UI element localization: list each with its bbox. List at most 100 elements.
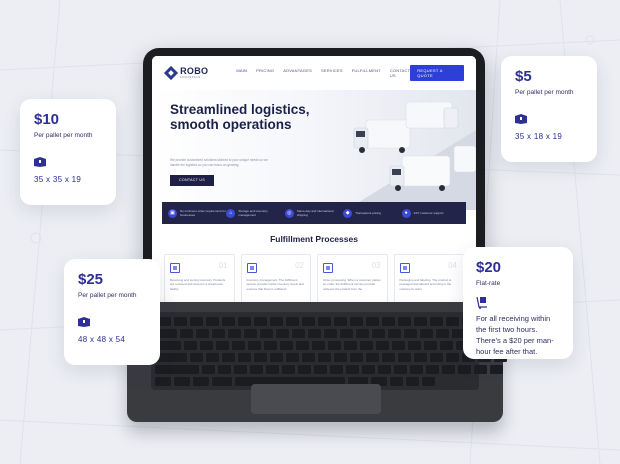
key[interactable] [292,329,305,338]
key[interactable] [324,329,337,338]
key[interactable] [264,341,277,350]
key[interactable] [446,353,459,362]
key[interactable] [196,329,209,338]
key[interactable] [474,365,487,374]
key[interactable] [440,341,453,350]
nav-main[interactable]: MAIN [236,68,247,78]
nav-pricing[interactable]: PRICING [256,68,274,78]
key[interactable] [298,365,311,374]
key[interactable] [155,365,199,374]
key[interactable] [308,329,321,338]
key[interactable] [200,341,213,350]
key[interactable] [302,317,315,326]
key[interactable] [190,353,203,362]
key[interactable] [406,377,419,386]
key[interactable] [206,317,219,326]
key[interactable] [206,353,219,362]
key[interactable] [376,341,389,350]
key[interactable] [254,317,267,326]
key[interactable] [280,341,293,350]
key[interactable] [382,353,395,362]
key[interactable] [174,377,190,386]
key[interactable] [458,365,471,374]
key[interactable] [340,329,353,338]
key[interactable] [356,329,369,338]
key[interactable] [408,341,421,350]
request-quote-button[interactable]: REQUEST A QUOTE [410,65,464,81]
key[interactable] [442,365,455,374]
key[interactable] [350,353,363,362]
key[interactable] [302,353,315,362]
key[interactable] [202,365,215,374]
nav-fulfillment[interactable]: FULFILLMENT [352,68,381,78]
key[interactable] [218,365,231,374]
key[interactable] [234,365,247,374]
key[interactable] [212,377,232,386]
key[interactable] [212,329,225,338]
nav-contact-us[interactable]: CONTACT US [390,68,410,78]
key[interactable] [270,317,283,326]
key[interactable] [430,317,443,326]
key[interactable] [222,317,235,326]
key[interactable] [344,341,357,350]
key[interactable] [420,329,433,338]
key[interactable] [334,317,347,326]
key[interactable] [490,365,503,374]
key[interactable] [276,329,289,338]
key[interactable] [430,353,443,362]
key[interactable] [422,377,435,386]
key[interactable] [328,341,341,350]
key[interactable] [270,353,283,362]
key[interactable] [362,365,375,374]
key[interactable] [318,317,331,326]
key[interactable] [238,317,251,326]
key[interactable] [394,365,407,374]
key[interactable] [404,329,417,338]
key[interactable] [260,329,273,338]
key[interactable] [312,341,325,350]
key[interactable] [248,341,261,350]
key[interactable] [228,329,241,338]
key[interactable] [296,341,309,350]
key[interactable] [250,365,263,374]
key[interactable] [180,329,193,338]
key[interactable] [392,341,405,350]
key[interactable] [222,353,235,362]
key[interactable] [378,365,391,374]
key[interactable] [282,365,295,374]
key[interactable] [174,317,187,326]
site-logo[interactable]: ROBO LOGISTICS [180,67,208,79]
key[interactable] [350,317,363,326]
key[interactable] [238,353,251,362]
key[interactable] [254,353,267,362]
key[interactable] [184,341,197,350]
key[interactable] [286,317,299,326]
key[interactable] [398,353,411,362]
key[interactable] [388,329,401,338]
key[interactable] [426,365,439,374]
key[interactable] [424,341,437,350]
key[interactable] [372,329,385,338]
key[interactable] [330,365,343,374]
key[interactable] [410,365,423,374]
key[interactable] [155,377,171,386]
key[interactable] [266,365,279,374]
nav-services[interactable]: SERVICES [321,68,343,78]
key[interactable] [314,365,327,374]
key[interactable] [390,377,403,386]
key[interactable] [360,341,373,350]
contact-us-button[interactable]: CONTACT US [170,175,214,186]
key[interactable] [446,317,459,326]
key[interactable] [366,317,379,326]
key[interactable] [382,317,395,326]
key[interactable] [414,317,427,326]
key[interactable] [414,353,427,362]
key[interactable] [216,341,229,350]
key[interactable] [366,353,379,362]
trackpad[interactable] [251,384,381,414]
key[interactable] [232,341,245,350]
key[interactable] [346,365,359,374]
key[interactable] [318,353,331,362]
key[interactable] [190,317,203,326]
key[interactable] [436,329,449,338]
